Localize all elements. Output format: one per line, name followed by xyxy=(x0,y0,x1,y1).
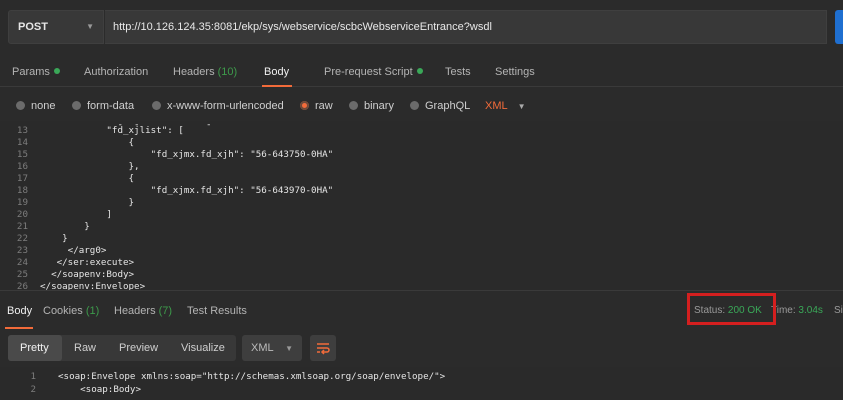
tab-params[interactable]: Params xyxy=(12,66,60,78)
tab-body[interactable]: Body xyxy=(264,66,289,78)
radio-none[interactable]: none xyxy=(16,100,55,112)
tab-authorization[interactable]: Authorization xyxy=(84,66,148,78)
radio-raw[interactable]: raw xyxy=(300,100,333,112)
view-raw-button[interactable]: Raw xyxy=(74,342,96,354)
active-response-tab-underline xyxy=(5,327,33,329)
tab-tests[interactable]: Tests xyxy=(445,66,471,78)
editor-line: 16 }, xyxy=(16,161,140,172)
tab-response-body[interactable]: Body xyxy=(7,305,32,317)
response-view-toolbar: Pretty Raw Preview Visualize XML ▼ xyxy=(0,331,843,365)
wrap-lines-button[interactable] xyxy=(310,335,336,361)
editor-line: 19 } xyxy=(16,197,135,208)
radio-graphql[interactable]: GraphQL xyxy=(410,100,470,112)
tab-cookies[interactable]: Cookies (1) xyxy=(43,305,99,317)
wrap-lines-icon xyxy=(317,343,330,355)
editor-line: 17 { xyxy=(16,173,135,184)
request-body-editor[interactable]: - - - 13 "fd_xjlist": [ 14 { 15 "fd_xjmx… xyxy=(0,121,843,290)
editor-line: 14 { xyxy=(16,137,135,148)
view-preview-button[interactable]: Preview xyxy=(119,342,158,354)
tab-response-headers[interactable]: Headers (7) xyxy=(114,305,172,317)
chevron-down-icon: ▼ xyxy=(86,22,94,31)
chevron-down-icon: ▼ xyxy=(285,344,293,353)
tab-headers[interactable]: Headers (10) xyxy=(173,66,237,78)
params-indicator-dot xyxy=(53,68,60,74)
editor-line: 15 "fd_xjmx.fd_xjh": "56-643750-0HA" xyxy=(16,149,334,160)
editor-line: 20 ] xyxy=(16,209,112,220)
body-type-radios: none form-data x-www-form-urlencoded raw… xyxy=(0,93,843,119)
editor-line: 21 } xyxy=(16,221,90,232)
radio-binary[interactable]: binary xyxy=(349,100,394,112)
tab-test-results[interactable]: Test Results xyxy=(187,305,247,317)
editor-line: 24 </ser:execute> xyxy=(16,257,135,268)
response-format-select[interactable]: XML ▼ xyxy=(242,335,302,361)
url-input[interactable]: http://10.126.124.35:8081/ekp/sys/webser… xyxy=(105,10,827,44)
response-line: 1 <soap:Envelope xmlns:soap="http://schem… xyxy=(30,371,446,382)
url-text: http://10.126.124.35:8081/ekp/sys/webser… xyxy=(113,21,492,33)
editor-line: 25 </soapenv:Body> xyxy=(16,269,135,280)
status-highlight-box xyxy=(687,293,776,325)
view-pretty-button[interactable]: Pretty xyxy=(20,342,49,354)
request-tabs: Params Authorization Headers (10) Body P… xyxy=(0,57,843,87)
view-visualize-button[interactable]: Visualize xyxy=(181,342,225,354)
method-select[interactable]: POST ▼ xyxy=(8,10,104,44)
size-readout: Si xyxy=(834,305,843,316)
editor-line: 18 "fd_xjmx.fd_xjh": "56-643970-0HA" xyxy=(16,185,334,196)
editor-line: 23 </arg0> xyxy=(16,245,107,256)
headers-count: (10) xyxy=(217,66,238,78)
chevron-down-icon: ▼ xyxy=(517,102,526,111)
response-format-label: XML xyxy=(251,342,274,354)
response-body-viewer[interactable]: 1 <soap:Envelope xmlns:soap="http://schem… xyxy=(0,367,843,400)
raw-format-select[interactable]: XML ▼ xyxy=(485,100,526,112)
script-indicator-dot xyxy=(416,68,423,74)
editor-line: 26 </soapenv:Envelope> xyxy=(16,281,146,290)
editor-line: 13 "fd_xjlist": [ xyxy=(16,125,184,136)
radio-form-data[interactable]: form-data xyxy=(72,100,134,112)
method-label: POST xyxy=(18,21,48,33)
tab-settings[interactable]: Settings xyxy=(495,66,535,78)
response-line: 2 <soap:Body> xyxy=(30,384,141,395)
editor-line: 22 } xyxy=(16,233,68,244)
active-tab-underline xyxy=(262,85,292,87)
radio-x-www-form-urlencoded[interactable]: x-www-form-urlencoded xyxy=(152,100,284,112)
view-mode-group: Pretty Raw Preview Visualize xyxy=(8,335,236,361)
tab-pre-request-script[interactable]: Pre-request Script xyxy=(324,66,423,78)
request-url-bar: POST ▼ http://10.126.124.35:8081/ekp/sys… xyxy=(0,0,843,52)
time-readout: Time: 3.04s xyxy=(771,305,823,316)
send-button[interactable] xyxy=(835,10,843,44)
